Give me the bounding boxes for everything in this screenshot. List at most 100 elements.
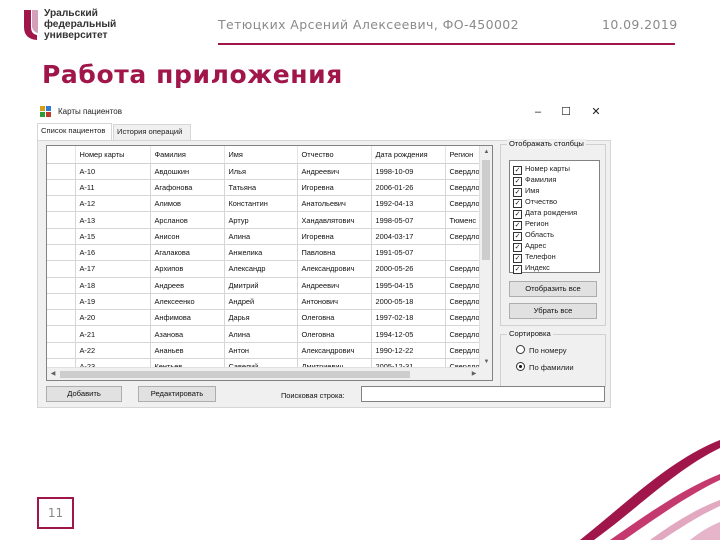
table-cell[interactable]: Арсланов (150, 211, 225, 229)
column-header[interactable]: Имя (224, 146, 298, 164)
table-row[interactable]: А-10 Авдошкин Илья Андреевич 1998-10-09 Сверд… (47, 163, 481, 180)
table-cell[interactable]: Андреевич (297, 163, 372, 180)
column-header[interactable]: Номер карты (75, 146, 151, 164)
column-header[interactable]: Дата рождения (371, 146, 446, 164)
table-row[interactable]: А-19 Алексеенко Андрей Антонович 2000-05-18 С… (47, 293, 481, 311)
table-cell[interactable]: Константин (224, 195, 298, 213)
table-row[interactable]: А-21 Азанова Алина Олеговна 1994-12-05 Свердл… (47, 325, 481, 343)
maximize-button[interactable]: ☐ (556, 103, 576, 121)
table-cell[interactable]: Свердло (445, 309, 481, 327)
column-checkbox-item[interactable]: ✓ Телефон (513, 251, 556, 263)
row-header[interactable] (47, 325, 76, 343)
add-button[interactable]: Добавить (46, 386, 122, 402)
table-row[interactable]: А-20 Анфимова Дарья Олеговна 1997-02-18 Сверд… (47, 309, 481, 327)
columns-checklist[interactable]: ✓ Номер карты ✓ Фамилия ✓ Имя ✓ Отчество ✓ Дата р… (509, 160, 600, 274)
table-cell[interactable]: А-16 (75, 244, 151, 262)
table-cell[interactable]: 2006-01-26 (371, 179, 446, 197)
table-cell[interactable]: Антонович (297, 293, 372, 311)
grid-horizontal-scrollbar[interactable]: ◀ ▶ (47, 367, 480, 380)
table-cell[interactable]: А-22 (75, 342, 151, 360)
table-cell[interactable]: 1995-04-15 (371, 277, 446, 294)
grid-vertical-scrollbar[interactable]: ▲ ▼ (479, 146, 492, 368)
table-cell[interactable]: Александрович (297, 260, 372, 278)
scroll-up-icon[interactable]: ▲ (480, 146, 492, 158)
table-cell[interactable]: Анисон (150, 228, 225, 245)
table-cell[interactable]: Анжелика (224, 244, 298, 262)
table-cell[interactable]: Артур (224, 211, 298, 229)
edit-button[interactable]: Редактировать (138, 386, 216, 402)
row-header[interactable] (47, 211, 76, 229)
table-cell[interactable]: Азанова (150, 325, 225, 343)
table-cell[interactable]: Свердло (445, 228, 481, 245)
table-cell[interactable]: Дмитрий (224, 277, 298, 294)
table-cell[interactable]: 1991-05-07 (371, 244, 446, 262)
tab-patient-list[interactable]: Список пациентов (37, 123, 112, 140)
table-row[interactable]: А-22 Ананьев Антон Александрович 1990-12-22 С… (47, 342, 481, 360)
column-checkbox-item[interactable]: ✓ Дата рождения (513, 207, 577, 219)
table-cell[interactable]: А-21 (75, 325, 151, 343)
row-header[interactable] (47, 260, 76, 278)
table-cell[interactable]: Татьяна (224, 179, 298, 197)
table-cell[interactable]: Павловна (297, 244, 372, 262)
column-checkbox-item[interactable]: ✓ Имя (513, 185, 539, 197)
column-checkbox-item[interactable]: ✓ Фамилия (513, 174, 556, 186)
table-cell[interactable]: Ананьев (150, 342, 225, 360)
scroll-thumb-horizontal[interactable] (60, 371, 410, 378)
table-cell[interactable]: А-15 (75, 228, 151, 245)
table-cell[interactable]: Андреев (150, 277, 225, 294)
row-header[interactable] (47, 228, 76, 245)
table-cell[interactable]: А-17 (75, 260, 151, 278)
sort-by-number-radio[interactable]: По номеру (516, 345, 567, 357)
table-cell[interactable]: Андрей (224, 293, 298, 311)
table-cell[interactable]: Алексеенко (150, 293, 225, 311)
table-cell[interactable]: А-13 (75, 211, 151, 229)
scroll-left-icon[interactable]: ◀ (47, 368, 59, 380)
table-cell[interactable]: Дарья (224, 309, 298, 327)
table-cell[interactable]: Игоревна (297, 179, 372, 197)
minimize-button[interactable]: – (528, 103, 548, 121)
table-cell[interactable]: Свердло (445, 342, 481, 360)
show-all-button[interactable]: Отобразить все (509, 281, 597, 297)
table-cell[interactable]: Алимов (150, 195, 225, 213)
table-cell[interactable]: 1998-10-09 (371, 163, 446, 180)
column-checkbox-item[interactable]: ✓ Регион (513, 218, 549, 230)
table-cell[interactable]: Свердло (445, 163, 481, 180)
table-cell[interactable]: 2000-05-26 (371, 260, 446, 278)
column-checkbox-item[interactable]: ✓ Номер карты (513, 163, 570, 175)
table-cell[interactable]: Тюменс (445, 211, 481, 229)
table-cell[interactable]: Свердло (445, 179, 481, 197)
table-cell[interactable]: Свердло (445, 277, 481, 294)
row-header[interactable] (47, 277, 76, 294)
table-cell[interactable]: А-10 (75, 163, 151, 180)
row-header[interactable] (47, 293, 76, 311)
table-cell[interactable]: Хандавлятович (297, 211, 372, 229)
table-cell[interactable]: Свердло (445, 260, 481, 278)
row-header[interactable] (47, 244, 76, 262)
table-row[interactable]: А-12 Алимов Константин Анатольевич 1992-04-1… (47, 195, 481, 213)
table-cell[interactable]: Олеговна (297, 309, 372, 327)
table-cell[interactable]: Игоревна (297, 228, 372, 245)
table-cell[interactable]: Илья (224, 163, 298, 180)
table-cell[interactable]: 1990-12-22 (371, 342, 446, 360)
tab-operation-history[interactable]: История операций (113, 124, 191, 140)
row-header[interactable] (47, 179, 76, 197)
column-checkbox-item[interactable]: ✓ Отчество (513, 196, 557, 208)
table-cell[interactable] (445, 244, 481, 262)
table-cell[interactable]: Олеговна (297, 325, 372, 343)
table-cell[interactable]: Александр (224, 260, 298, 278)
hide-all-button[interactable]: Убрать все (509, 303, 597, 319)
table-cell[interactable]: 2004-03-17 (371, 228, 446, 245)
table-row[interactable]: А-18 Андреев Дмитрий Андреевич 1995-04-15 Све… (47, 277, 481, 294)
column-checkbox-item[interactable]: ✓ Область (513, 229, 554, 241)
table-cell[interactable]: 1998-05-07 (371, 211, 446, 229)
sort-by-surname-radio[interactable]: По фамилии (516, 362, 574, 374)
table-cell[interactable]: А-12 (75, 195, 151, 213)
table-cell[interactable]: Анатольевич (297, 195, 372, 213)
table-cell[interactable]: 1994-12-05 (371, 325, 446, 343)
table-row[interactable]: А-11 Агафонова Татьяна Игоревна 2006-01-26 Св… (47, 179, 481, 197)
table-row[interactable]: А-15 Анисон Алина Игоревна 2004-03-17 Свердло (47, 228, 481, 245)
column-checkbox-item[interactable]: ✓ Индекс (513, 262, 550, 274)
table-cell[interactable]: Александрович (297, 342, 372, 360)
table-cell[interactable]: Авдошкин (150, 163, 225, 180)
table-cell[interactable]: А-11 (75, 179, 151, 197)
